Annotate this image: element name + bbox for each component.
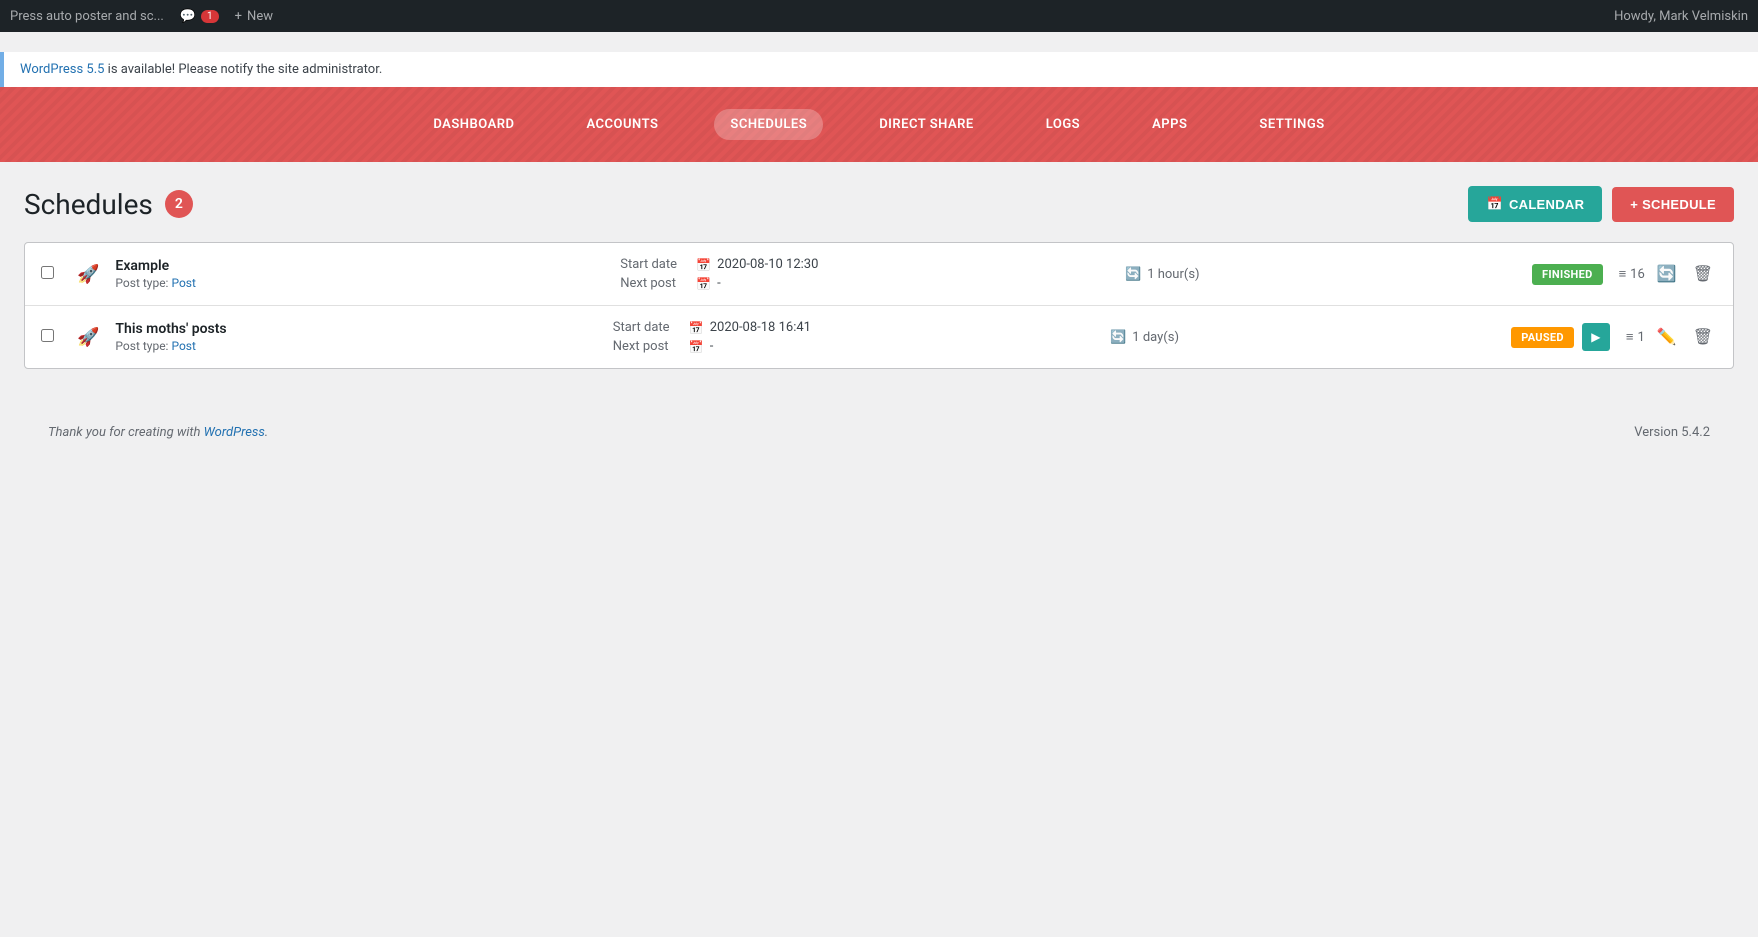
wordpress-version-link[interactable]: WordPress 5.5 [20,62,104,77]
nav-logs[interactable]: LOGS [1030,109,1096,140]
row-actions-2: ≡ 1 ✏️ 🗑 [1626,323,1717,351]
start-date-label-2: Start date [613,320,683,335]
schedule-info-2: This moths' posts Post type: Post [115,321,596,353]
new-content-menu-item[interactable]: + New [235,9,273,24]
admin-bar: Press auto poster and sc... 💬 1 + New Ho… [0,0,1758,32]
post-type-prefix: Post type: [115,276,171,290]
wordpress-footer-link[interactable]: WordPress [204,425,265,440]
edit-button-2[interactable]: ✏️ [1653,323,1681,351]
nav-items: DASHBOARD ACCOUNTS SCHEDULES DIRECT SHAR… [417,109,1340,140]
page-title-area: Schedules 2 [24,188,193,221]
comment-icon: 💬 [180,9,196,24]
start-date-value-1: 2020-08-10 12:30 [717,257,818,272]
site-footer: Thank you for creating with WordPress. V… [24,409,1734,456]
schedule-info-1: Example Post type: Post [115,258,604,290]
status-badge-1: FINISHED [1532,264,1603,285]
list-icon-2: ≡ [1626,329,1634,345]
comment-count: 1 [201,10,219,23]
start-date-value-2: 2020-08-18 16:41 [710,320,811,335]
rocket-icon-1: 🚀 [77,264,99,285]
delete-button-1[interactable]: 🗑 [1689,260,1717,288]
play-button-2[interactable]: ▶ [1582,323,1610,351]
schedule-dates-2: Start date 📅 2020-08-18 16:41 Next post … [613,320,1094,354]
checkbox-1[interactable] [41,266,54,279]
calendar-icon-1: 📅 [696,258,711,272]
status-area-2: PAUSED ▶ [1511,323,1610,351]
nav-settings[interactable]: SETTINGS [1243,109,1340,140]
site-title: Press auto poster and sc... [10,9,164,24]
nav-accounts[interactable]: ACCOUNTS [570,109,674,140]
nav-dashboard[interactable]: DASHBOARD [417,109,530,140]
calendar-button[interactable]: 📅 CALENDAR [1468,186,1602,222]
footer-text: Thank you for creating with [48,425,204,440]
row-checkbox-2[interactable] [41,329,61,346]
interval-value-1: 1 hour(s) [1147,267,1199,282]
posts-count-1: ≡ 16 [1619,266,1645,282]
schedule-name-2: This moths' posts [115,321,596,337]
add-schedule-button[interactable]: + SCHEDULE [1612,187,1734,222]
refresh-icon-1: 🔄 [1125,267,1141,282]
post-type-link-1[interactable]: Post [171,276,195,290]
table-row: 🚀 This moths' posts Post type: Post Star… [25,306,1733,368]
schedule-name-1: Example [115,258,604,274]
main-content: Schedules 2 📅 CALENDAR + SCHEDULE 🚀 Exam… [0,162,1758,480]
next-post-row-2: Next post 📅 - [613,339,1094,354]
table-row: 🚀 Example Post type: Post Start date 📅 2… [25,243,1733,306]
new-label: New [247,9,273,24]
comments-menu-item[interactable]: 💬 1 [180,9,219,24]
footer-version: Version 5.4.2 [1634,425,1710,440]
interval-value-2: 1 day(s) [1132,330,1179,345]
calendar-icon-4: 📅 [689,340,704,354]
nav-schedules[interactable]: SCHEDULES [714,109,823,140]
status-badge-2: PAUSED [1511,327,1574,348]
row-checkbox-1[interactable] [41,266,61,283]
start-date-row-2: Start date 📅 2020-08-18 16:41 [613,320,1094,335]
user-greeting: Howdy, Mark Velmiskin [1614,9,1748,24]
refresh-icon-2: 🔄 [1110,330,1126,345]
nav-direct-share[interactable]: DIRECT SHARE [863,109,990,140]
row-actions-1: ≡ 16 🔄 🗑 [1619,260,1717,288]
page-title: Schedules [24,188,153,221]
status-area-1: FINISHED [1532,264,1603,285]
post-type-link-2[interactable]: Post [171,339,195,353]
header-actions: 📅 CALENDAR + SCHEDULE [1468,186,1734,222]
plugin-nav: DASHBOARD ACCOUNTS SCHEDULES DIRECT SHAR… [0,87,1758,162]
start-date-row-1: Start date 📅 2020-08-10 12:30 [620,257,1109,272]
calendar-icon-2: 📅 [696,277,711,291]
plus-icon: + [235,9,242,24]
next-post-value-2: - [710,339,714,354]
calendar-icon: 📅 [1486,196,1503,212]
nav-apps[interactable]: APPS [1136,109,1203,140]
calendar-label: CALENDAR [1509,197,1584,212]
posts-count-value-2: 1 [1637,330,1644,345]
posts-count-value-1: 16 [1630,267,1645,282]
schedules-count-badge: 2 [165,190,193,218]
next-post-value-1: - [717,276,721,291]
schedules-table: 🚀 Example Post type: Post Start date 📅 2… [24,242,1734,369]
rocket-icon-2: 🚀 [77,327,99,348]
schedule-dates-1: Start date 📅 2020-08-10 12:30 Next post … [620,257,1109,291]
interval-area-1: 🔄 1 hour(s) [1125,267,1516,282]
next-post-label: Next post [620,276,690,291]
interval-area-2: 🔄 1 day(s) [1110,330,1495,345]
notification-bar: WordPress 5.5 is available! Please notif… [0,52,1758,87]
notification-message: is available! Please notify the site adm… [104,62,382,77]
page-header: Schedules 2 📅 CALENDAR + SCHEDULE [24,186,1734,222]
post-type-prefix-2: Post type: [115,339,171,353]
delete-button-2[interactable]: 🗑 [1689,323,1717,351]
checkbox-2[interactable] [41,329,54,342]
schedule-label: + SCHEDULE [1630,197,1716,212]
next-post-label-2: Next post [613,339,683,354]
start-date-label: Start date [620,257,690,272]
schedule-post-type-1: Post type: Post [115,276,604,290]
posts-count-2: ≡ 1 [1626,329,1645,345]
schedule-post-type-2: Post type: Post [115,339,596,353]
refresh-button-1[interactable]: 🔄 [1653,260,1681,288]
next-post-row-1: Next post 📅 - [620,276,1109,291]
calendar-icon-3: 📅 [689,321,704,335]
list-icon-1: ≡ [1619,266,1627,282]
